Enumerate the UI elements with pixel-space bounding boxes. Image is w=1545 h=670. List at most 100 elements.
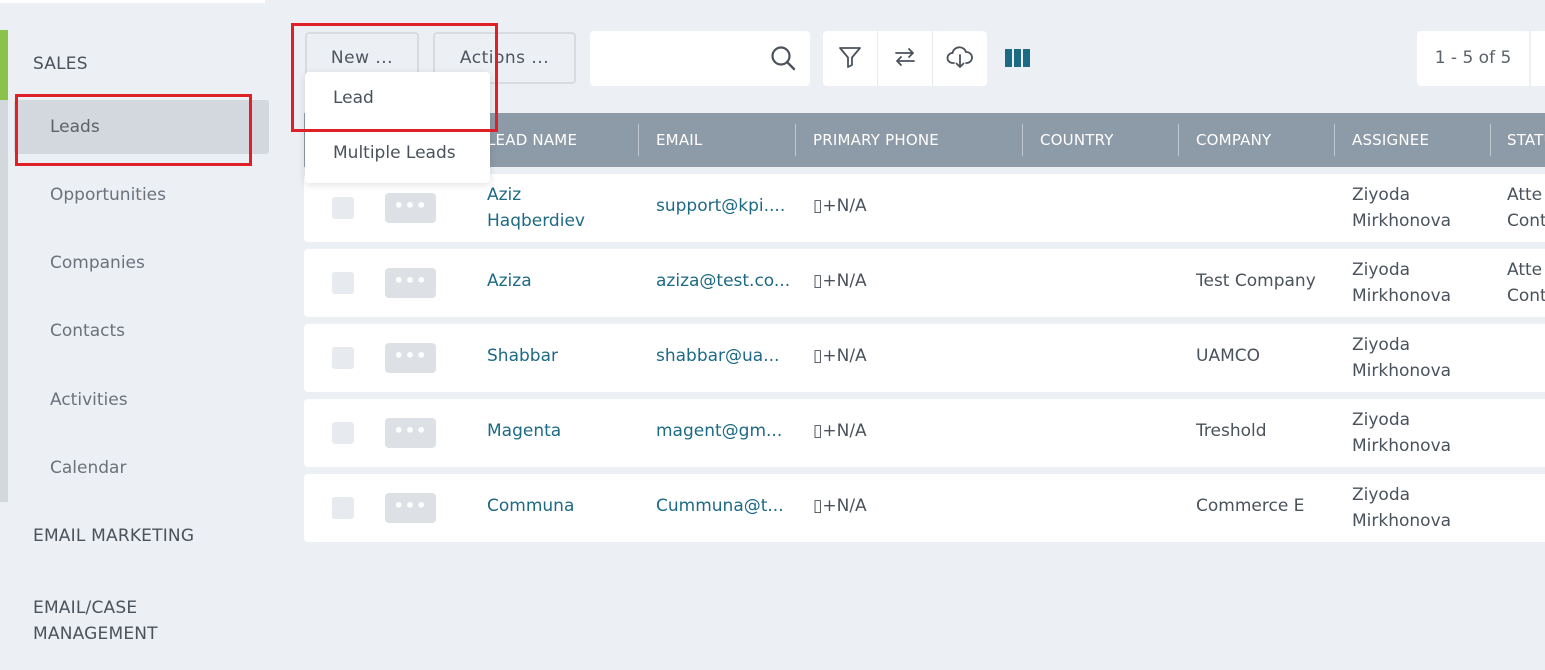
sidebar-item-activities[interactable]: Activities	[14, 373, 269, 427]
sidebar-item-label: Contacts	[50, 321, 125, 341]
email-link[interactable]: shabbar@ua...	[656, 346, 791, 366]
sidebar-item-label: Leads	[50, 117, 100, 137]
filter-icon	[837, 44, 863, 74]
email-link[interactable]: aziza@test.co...	[656, 271, 791, 291]
sidebar: SALES Leads Opportunities Companies Cont…	[0, 0, 290, 670]
column-divider	[1490, 124, 1491, 156]
column-header-status[interactable]: STATU	[1507, 113, 1545, 167]
assignee-value: Ziyoda Mirkhonova	[1352, 407, 1451, 459]
column-header-email[interactable]: EMAIL	[656, 113, 702, 167]
menu-item-multiple-leads[interactable]: Multiple Leads	[333, 143, 456, 163]
lead-name-link[interactable]: Magenta	[487, 421, 561, 441]
row-actions-button[interactable]: •••	[385, 193, 436, 223]
assignee-value: Ziyoda Mirkhonova	[1352, 332, 1451, 384]
sidebar-section-email-marketing[interactable]: EMAIL MARKETING	[33, 526, 194, 546]
column-header-assignee[interactable]: ASSIGNEE	[1352, 113, 1429, 167]
column-divider	[1022, 124, 1023, 156]
company-value: UAMCO	[1196, 346, 1260, 366]
lead-name-link[interactable]: Shabbar	[487, 346, 558, 366]
column-header-company[interactable]: COMPANY	[1196, 113, 1271, 167]
assignee-value: Ziyoda Mirkhonova	[1352, 257, 1451, 309]
menu-item-lead[interactable]: Lead	[333, 88, 374, 108]
assignee-line1: Ziyoda	[1352, 185, 1411, 205]
row-checkbox[interactable]	[332, 497, 354, 519]
email-link[interactable]: magent@gm...	[656, 421, 791, 441]
lead-name-link[interactable]: Aziz Haqberdiev	[487, 182, 585, 234]
row-checkbox[interactable]	[332, 347, 354, 369]
column-divider	[638, 124, 639, 156]
row-actions-button[interactable]: •••	[385, 493, 436, 523]
lead-name-link[interactable]: Aziza	[487, 271, 532, 291]
column-divider	[795, 124, 796, 156]
sidebar-accent-active	[0, 30, 8, 100]
pagination-next[interactable]	[1531, 31, 1545, 86]
column-divider	[1334, 124, 1335, 156]
status-value: Atte Cont	[1507, 257, 1545, 309]
assignee-line1: Ziyoda	[1352, 260, 1411, 280]
table-row[interactable]: ••• Shabbar shabbar@ua... ▯+N/A UAMCO Zi…	[304, 324, 1545, 392]
row-actions-button[interactable]: •••	[385, 418, 436, 448]
company-value: Test Company	[1196, 271, 1316, 291]
toolbar-icon-group	[823, 31, 987, 86]
assignee-line2: Mirkhonova	[1352, 361, 1452, 381]
row-checkbox[interactable]	[332, 422, 354, 444]
sidebar-section-sales[interactable]: SALES	[33, 54, 88, 74]
sidebar-item-label: Opportunities	[50, 185, 166, 205]
phone-value: ▯+N/A	[813, 196, 867, 216]
assignee-line1: Ziyoda	[1352, 410, 1411, 430]
column-header-primary-phone[interactable]: PRIMARY PHONE	[813, 113, 939, 167]
lead-name-line1: Aziz	[487, 185, 522, 205]
table-row[interactable]: ••• Aziz Haqberdiev support@kpi.... ▯+N/…	[304, 174, 1545, 242]
search-input[interactable]	[590, 31, 810, 86]
status-value: Atte Cont	[1507, 182, 1545, 234]
download-button[interactable]	[933, 31, 987, 86]
table-row[interactable]: ••• Communa Cummuna@t... ▯+N/A Commerce …	[304, 474, 1545, 542]
row-checkbox[interactable]	[332, 197, 354, 219]
company-value: Commerce E	[1196, 496, 1305, 516]
row-actions-button[interactable]: •••	[385, 268, 436, 298]
row-checkbox[interactable]	[332, 272, 354, 294]
column-divider	[1178, 124, 1179, 156]
search-icon[interactable]	[770, 45, 796, 75]
column-header-country[interactable]: COUNTRY	[1040, 113, 1114, 167]
sidebar-item-calendar[interactable]: Calendar	[14, 441, 269, 495]
phone-value: ▯+N/A	[813, 496, 867, 516]
table-row[interactable]: ••• Magenta magent@gm... ▯+N/A Treshold …	[304, 399, 1545, 467]
column-header-lead-name[interactable]: LEAD NAME	[487, 113, 577, 167]
row-actions-button[interactable]: •••	[385, 343, 436, 373]
table-header: LEAD NAME EMAIL PRIMARY PHONE COUNTRY CO…	[304, 113, 1545, 167]
sidebar-item-companies[interactable]: Companies	[14, 236, 269, 290]
columns-icon[interactable]	[1005, 47, 1030, 73]
assignee-value: Ziyoda Mirkhonova	[1352, 182, 1451, 234]
swap-button[interactable]	[878, 31, 933, 86]
new-dropdown-menu: Lead Multiple Leads	[305, 72, 490, 183]
company-value: Treshold	[1196, 421, 1267, 441]
assignee-line2: Mirkhonova	[1352, 211, 1452, 231]
email-link[interactable]: Cummuna@t...	[656, 496, 791, 516]
assignee-line2: Mirkhonova	[1352, 511, 1452, 531]
phone-value: ▯+N/A	[813, 346, 867, 366]
phone-value: ▯+N/A	[813, 421, 867, 441]
status-line2: Cont	[1507, 286, 1545, 306]
sidebar-accent	[0, 100, 8, 502]
assignee-line1: Ziyoda	[1352, 335, 1411, 355]
pagination-info: 1 - 5 of 5	[1417, 31, 1529, 86]
sidebar-item-contacts[interactable]: Contacts	[14, 304, 269, 358]
sidebar-item-opportunities[interactable]: Opportunities	[14, 168, 269, 222]
phone-value: ▯+N/A	[813, 271, 867, 291]
sidebar-item-leads[interactable]: Leads	[14, 100, 269, 154]
status-line1: Atte	[1507, 185, 1543, 205]
assignee-line1: Ziyoda	[1352, 485, 1411, 505]
table-row[interactable]: ••• Aziza aziza@test.co... ▯+N/A Test Co…	[304, 249, 1545, 317]
sidebar-item-label: Calendar	[50, 458, 127, 478]
assignee-line2: Mirkhonova	[1352, 286, 1452, 306]
email-link[interactable]: support@kpi....	[656, 196, 791, 216]
status-line2: Cont	[1507, 211, 1545, 231]
sidebar-section-email-case[interactable]: EMAIL/CASE MANAGEMENT	[33, 595, 158, 647]
swap-icon	[892, 44, 918, 74]
sidebar-item-label: Companies	[50, 253, 145, 273]
filter-button[interactable]	[823, 31, 878, 86]
lead-name-link[interactable]: Communa	[487, 496, 574, 516]
assignee-line2: Mirkhonova	[1352, 436, 1452, 456]
section-label-line1: EMAIL/CASE	[33, 598, 138, 618]
